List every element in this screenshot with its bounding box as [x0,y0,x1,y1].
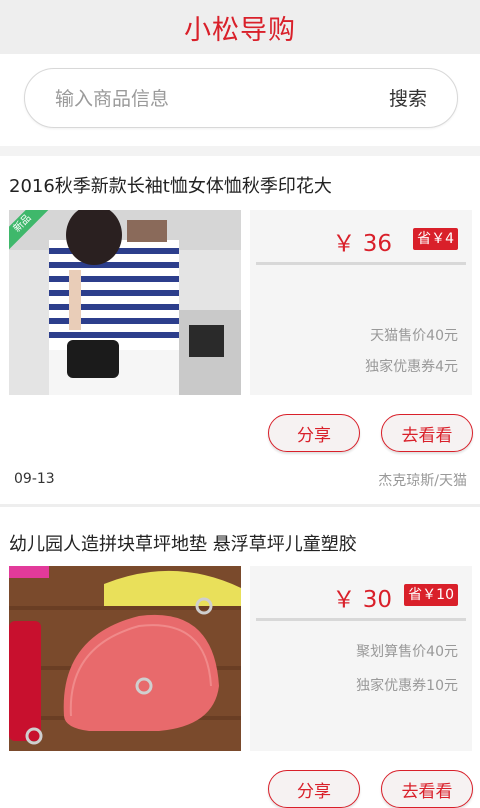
app-header: 小松导购 [0,0,480,54]
post-date: 09-13 [14,471,55,487]
coupon-text: 独家优惠券4元 [365,359,458,375]
price-panel: ￥ 30 省￥10 聚划算售价40元 独家优惠券10元 [250,566,472,751]
share-button[interactable]: 分享 [268,414,360,452]
coupon-text: 独家优惠券10元 [356,678,458,694]
product-image[interactable]: 新品 [9,210,241,395]
panel-divider [256,262,466,265]
product-item[interactable]: 幼儿园人造拼块草坪地垫 悬浮草坪儿童塑胶 ￥ 30 省￥10 聚划算售价40元 … [0,530,480,808]
search-input[interactable] [55,85,355,113]
item-divider [0,504,480,507]
panel-divider [256,618,466,621]
product-title: 幼儿园人造拼块草坪地垫 悬浮草坪儿童塑胶 [9,534,357,555]
view-button[interactable]: 去看看 [381,414,473,452]
shop-name[interactable]: 杰克琼斯/天猫 [378,470,467,490]
section-divider [0,146,480,156]
product-item[interactable]: 2016秋季新款长袖t恤女体恤秋季印花大 新品 ￥ 36 省￥4 天猫售价40元… [0,172,480,502]
product-price: ￥ 30 [332,587,392,613]
app-title: 小松导购 [184,14,296,46]
search-bar: 搜索 [24,68,458,128]
save-badge: 省￥10 [404,584,458,606]
search-button[interactable]: 搜索 [389,85,427,113]
save-badge: 省￥4 [413,228,458,250]
view-button[interactable]: 去看看 [381,770,473,808]
product-title: 2016秋季新款长袖t恤女体恤秋季印花大 [9,176,332,197]
price-panel: ￥ 36 省￥4 天猫售价40元 独家优惠券4元 [250,210,472,395]
retail-price-text: 聚划算售价40元 [356,644,458,660]
share-button[interactable]: 分享 [268,770,360,808]
product-image[interactable] [9,566,241,751]
retail-price-text: 天猫售价40元 [370,328,458,344]
product-price: ￥ 36 [332,231,392,257]
